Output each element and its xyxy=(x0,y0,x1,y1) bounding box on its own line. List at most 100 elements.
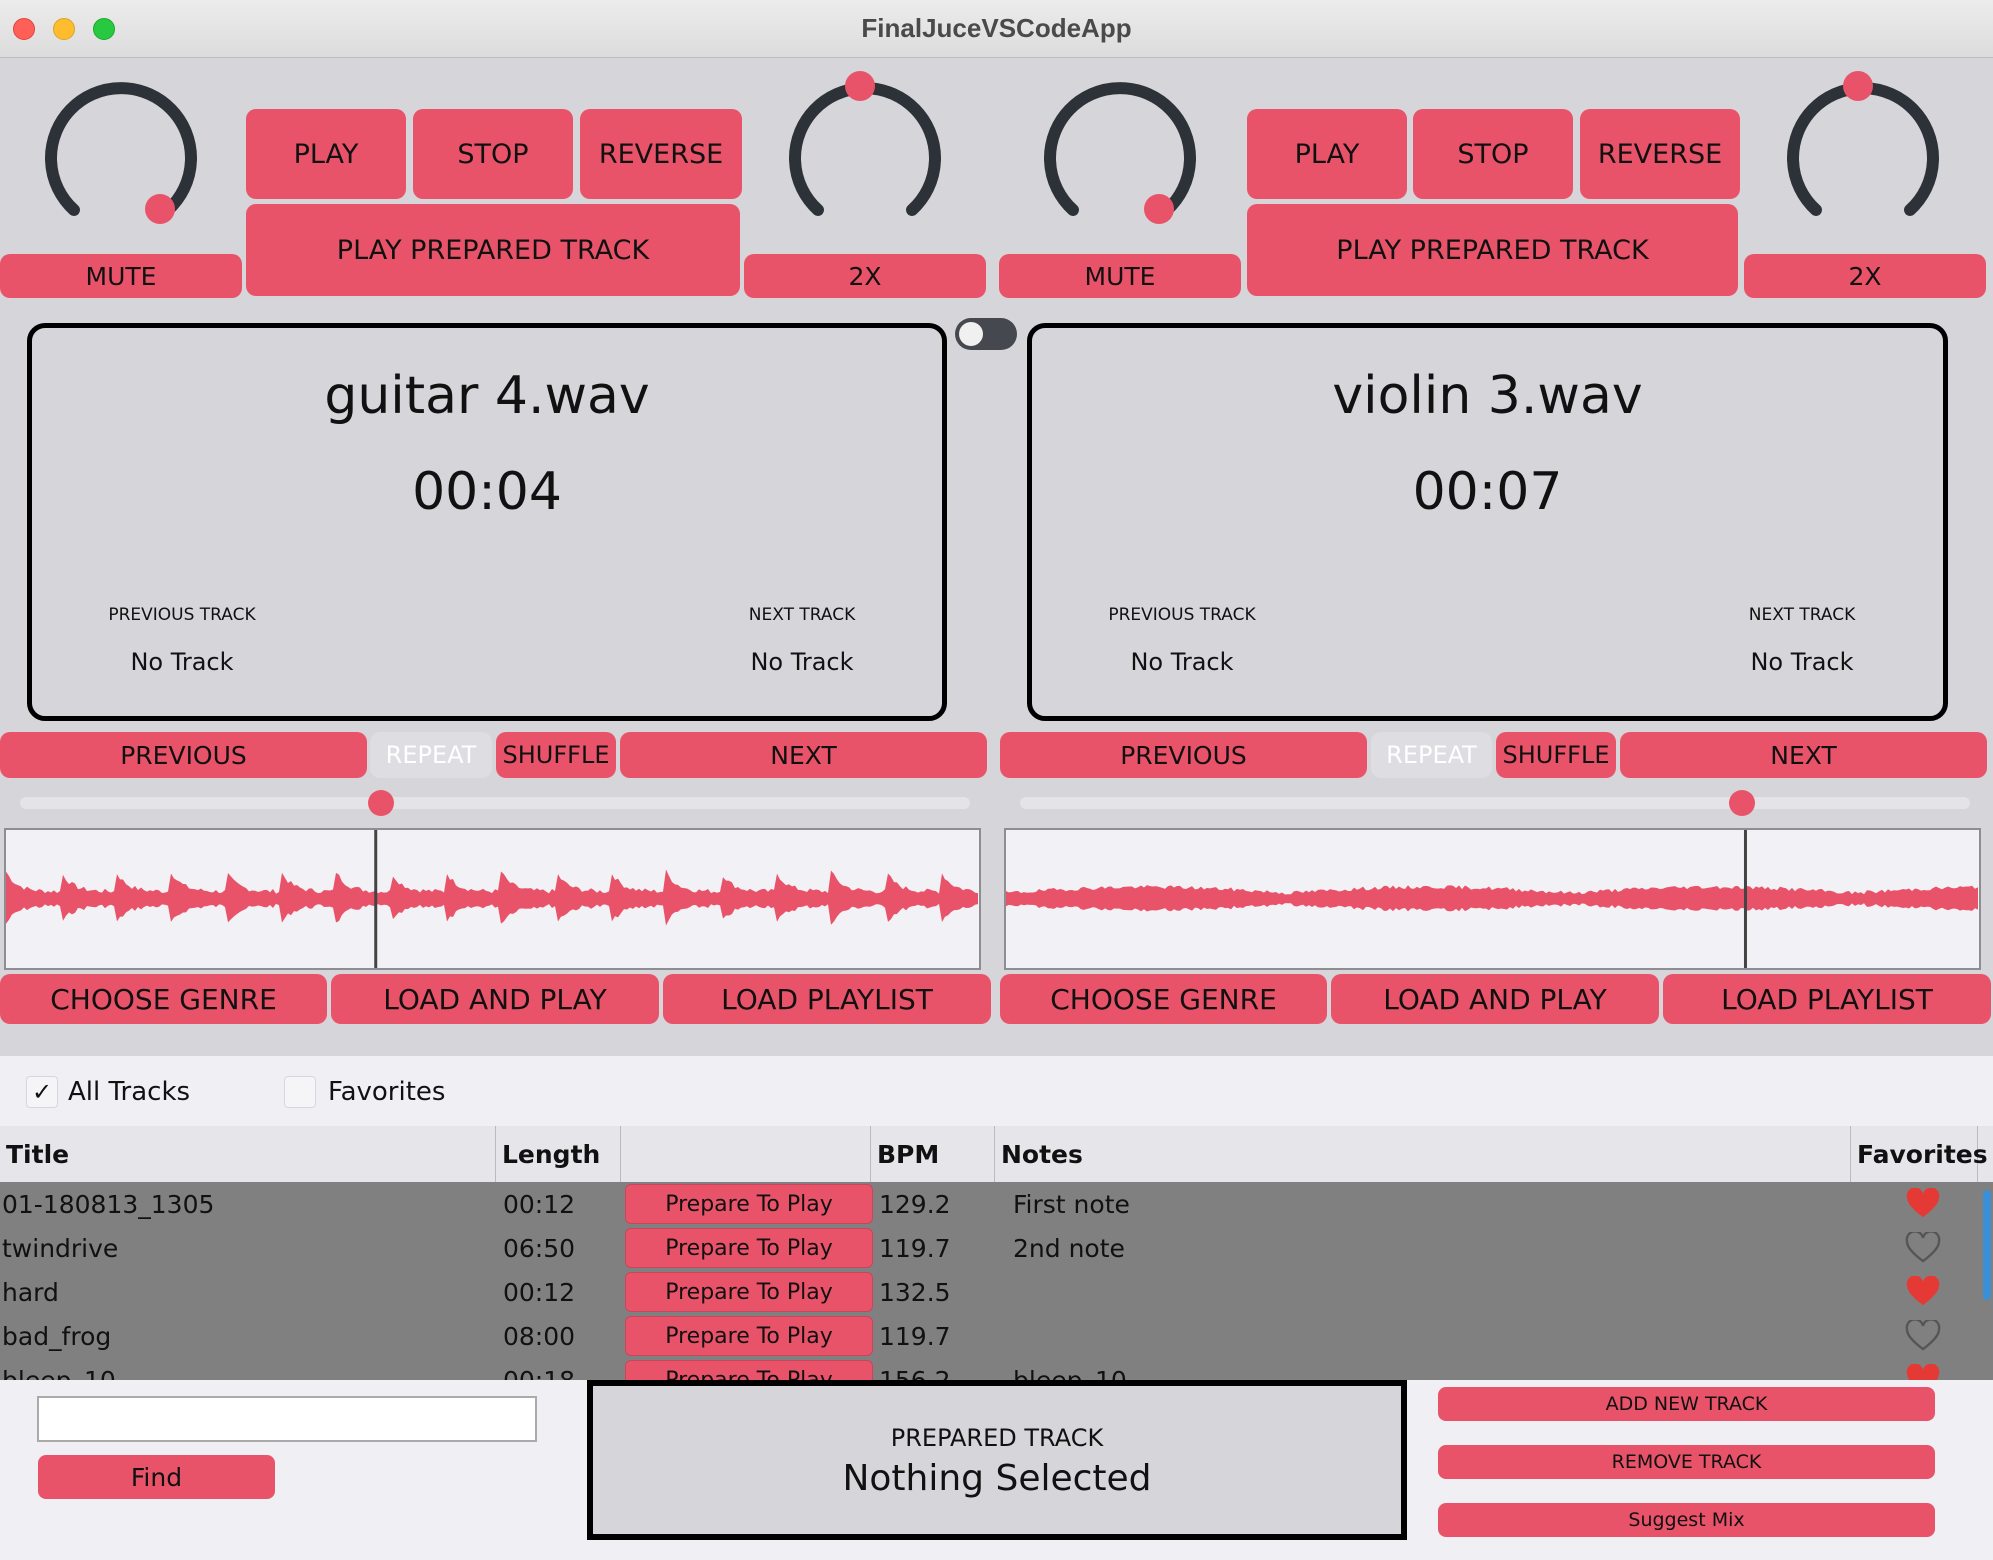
prepare-to-play-button[interactable]: Prepare To Play xyxy=(625,1228,873,1268)
heart-outline-icon[interactable] xyxy=(1905,1232,1941,1264)
table-row[interactable]: hard 00:12 Prepare To Play 132.5 xyxy=(0,1270,1981,1314)
heart-filled-icon[interactable] xyxy=(1905,1188,1941,1220)
prepare-cell: Prepare To Play xyxy=(625,1182,877,1226)
prepared-track-label: PREPARED TRACK xyxy=(890,1424,1104,1452)
favorite-cell xyxy=(1873,1314,1973,1358)
remove-track-button[interactable]: REMOVE TRACK xyxy=(1438,1445,1935,1479)
track-table: 01-180813_1305 00:12 Prepare To Play 129.2 F… xyxy=(0,1182,1981,1380)
play-prepared-track-button[interactable]: PLAY PREPARED TRACK xyxy=(1247,204,1738,296)
position-slider-thumb[interactable] xyxy=(368,790,394,816)
track-bpm-cell: 132.5 xyxy=(879,1277,951,1307)
choose-genre-button[interactable]: CHOOSE GENRE xyxy=(1000,974,1327,1024)
all-tracks-label: All Tracks xyxy=(68,1077,191,1107)
waveform-display[interactable] xyxy=(1004,828,1981,970)
favorite-cell xyxy=(1873,1358,1973,1380)
favorite-cell xyxy=(1873,1182,1973,1226)
track-bpm-cell: 129.2 xyxy=(879,1189,951,1219)
scrollbar-thumb[interactable] xyxy=(1983,1190,1991,1300)
prepared-track-panel: PREPARED TRACK Nothing Selected xyxy=(587,1380,1407,1540)
load-playlist-button[interactable]: LOAD PLAYLIST xyxy=(663,974,991,1024)
next-track-value: No Track xyxy=(750,648,854,676)
previous-button[interactable]: PREVIOUS xyxy=(0,732,367,778)
mute-button[interactable]: MUTE xyxy=(999,254,1241,298)
column-favorites[interactable]: Favorites xyxy=(1851,1126,1988,1182)
load-playlist-button[interactable]: LOAD PLAYLIST xyxy=(1663,974,1991,1024)
waveform-display[interactable] xyxy=(4,828,981,970)
shuffle-button[interactable]: SHUFFLE xyxy=(1496,732,1616,778)
suggest-mix-button[interactable]: Suggest Mix xyxy=(1438,1503,1935,1537)
table-row[interactable]: bad_frog 08:00 Prepare To Play 119.7 xyxy=(0,1314,1981,1358)
column-length[interactable]: Length xyxy=(496,1126,621,1182)
stop-button[interactable]: STOP xyxy=(413,109,573,199)
prepared-track-value: Nothing Selected xyxy=(842,1458,1152,1499)
column-title[interactable]: Title xyxy=(0,1126,496,1182)
column-bpm[interactable]: BPM xyxy=(871,1126,995,1182)
track-notes-cell: First note xyxy=(1013,1189,1130,1219)
table-row[interactable]: twindrive 06:50 Prepare To Play 119.7 2nd no… xyxy=(0,1226,1981,1270)
window-title: FinalJuceVSCodeApp xyxy=(861,13,1132,43)
table-row[interactable]: bleep_10 00:18 Prepare To Play 156.2 bleep_1… xyxy=(0,1358,1981,1380)
table-row[interactable]: 01-180813_1305 00:12 Prepare To Play 129.2 F… xyxy=(0,1182,1981,1226)
next-button[interactable]: NEXT xyxy=(620,732,987,778)
heart-filled-icon[interactable] xyxy=(1905,1276,1941,1308)
prepare-to-play-button[interactable]: Prepare To Play xyxy=(625,1184,873,1224)
minimize-window-button[interactable] xyxy=(53,18,75,40)
track-length-cell: 00:18 xyxy=(503,1365,576,1381)
next-track-label: NEXT TRACK xyxy=(748,605,856,625)
heart-filled-icon[interactable] xyxy=(1905,1364,1941,1380)
play-button[interactable]: PLAY xyxy=(1247,109,1407,199)
next-button[interactable]: NEXT xyxy=(1620,732,1987,778)
load-and-play-button[interactable]: LOAD AND PLAY xyxy=(1331,974,1659,1024)
position-slider[interactable] xyxy=(1020,797,1970,809)
speed-2x-button[interactable]: 2X xyxy=(1744,254,1986,298)
play-prepared-track-button[interactable]: PLAY PREPARED TRACK xyxy=(246,204,740,296)
shuffle-button[interactable]: SHUFFLE xyxy=(496,732,616,778)
track-notes-cell xyxy=(1007,1314,1873,1358)
next-track-label: NEXT TRACK xyxy=(1748,605,1856,625)
track-title-cell: bad_frog xyxy=(2,1321,112,1351)
add-new-track-button[interactable]: ADD NEW TRACK xyxy=(1438,1387,1935,1421)
prepare-to-play-button[interactable]: Prepare To Play xyxy=(625,1316,873,1356)
mute-button[interactable]: MUTE xyxy=(0,254,242,298)
speed-knob[interactable] xyxy=(1780,70,1946,240)
repeat-button[interactable]: REPEAT xyxy=(370,732,492,778)
stop-button[interactable]: STOP xyxy=(1413,109,1573,199)
find-button[interactable]: Find xyxy=(38,1455,275,1499)
window-titlebar: FinalJuceVSCodeApp xyxy=(0,0,1993,58)
position-slider-thumb[interactable] xyxy=(1729,790,1755,816)
previous-button[interactable]: PREVIOUS xyxy=(1000,732,1367,778)
all-tracks-checkbox[interactable]: ✓ xyxy=(26,1076,58,1108)
prepare-cell: Prepare To Play xyxy=(625,1358,877,1380)
position-slider[interactable] xyxy=(20,797,970,809)
choose-genre-button[interactable]: CHOOSE GENRE xyxy=(0,974,327,1024)
track-bpm-cell: 156.2 xyxy=(879,1365,951,1381)
deck-link-toggle[interactable] xyxy=(955,318,1017,350)
speed-knob[interactable] xyxy=(782,70,948,240)
speed-2x-button[interactable]: 2X xyxy=(744,254,986,298)
waveform-graph xyxy=(6,830,978,968)
table-scrollbar[interactable] xyxy=(1981,1182,1993,1380)
column-notes[interactable]: Notes xyxy=(995,1126,1851,1182)
prepare-to-play-button[interactable]: Prepare To Play xyxy=(625,1272,873,1312)
column-prepare[interactable] xyxy=(621,1126,871,1182)
track-time: 00:04 xyxy=(412,462,562,522)
prepare-cell: Prepare To Play xyxy=(625,1314,877,1358)
play-button[interactable]: PLAY xyxy=(246,109,406,199)
prepare-to-play-button[interactable]: Prepare To Play xyxy=(625,1360,873,1380)
search-input[interactable] xyxy=(37,1396,537,1442)
volume-knob[interactable] xyxy=(38,78,204,238)
load-and-play-button[interactable]: LOAD AND PLAY xyxy=(331,974,659,1024)
volume-knob[interactable] xyxy=(1037,78,1203,238)
reverse-button[interactable]: REVERSE xyxy=(580,109,742,199)
close-window-button[interactable] xyxy=(13,18,35,40)
track-title-cell: twindrive xyxy=(2,1233,119,1263)
previous-track-value: No Track xyxy=(1130,648,1234,676)
reverse-button[interactable]: REVERSE xyxy=(1580,109,1740,199)
track-title: violin 3.wav xyxy=(1332,366,1643,426)
track-length-cell: 08:00 xyxy=(503,1321,576,1351)
repeat-button[interactable]: REPEAT xyxy=(1371,732,1492,778)
track-time: 00:07 xyxy=(1412,462,1563,522)
maximize-window-button[interactable] xyxy=(93,18,115,40)
heart-outline-icon[interactable] xyxy=(1905,1320,1941,1352)
favorites-checkbox[interactable] xyxy=(284,1076,316,1108)
